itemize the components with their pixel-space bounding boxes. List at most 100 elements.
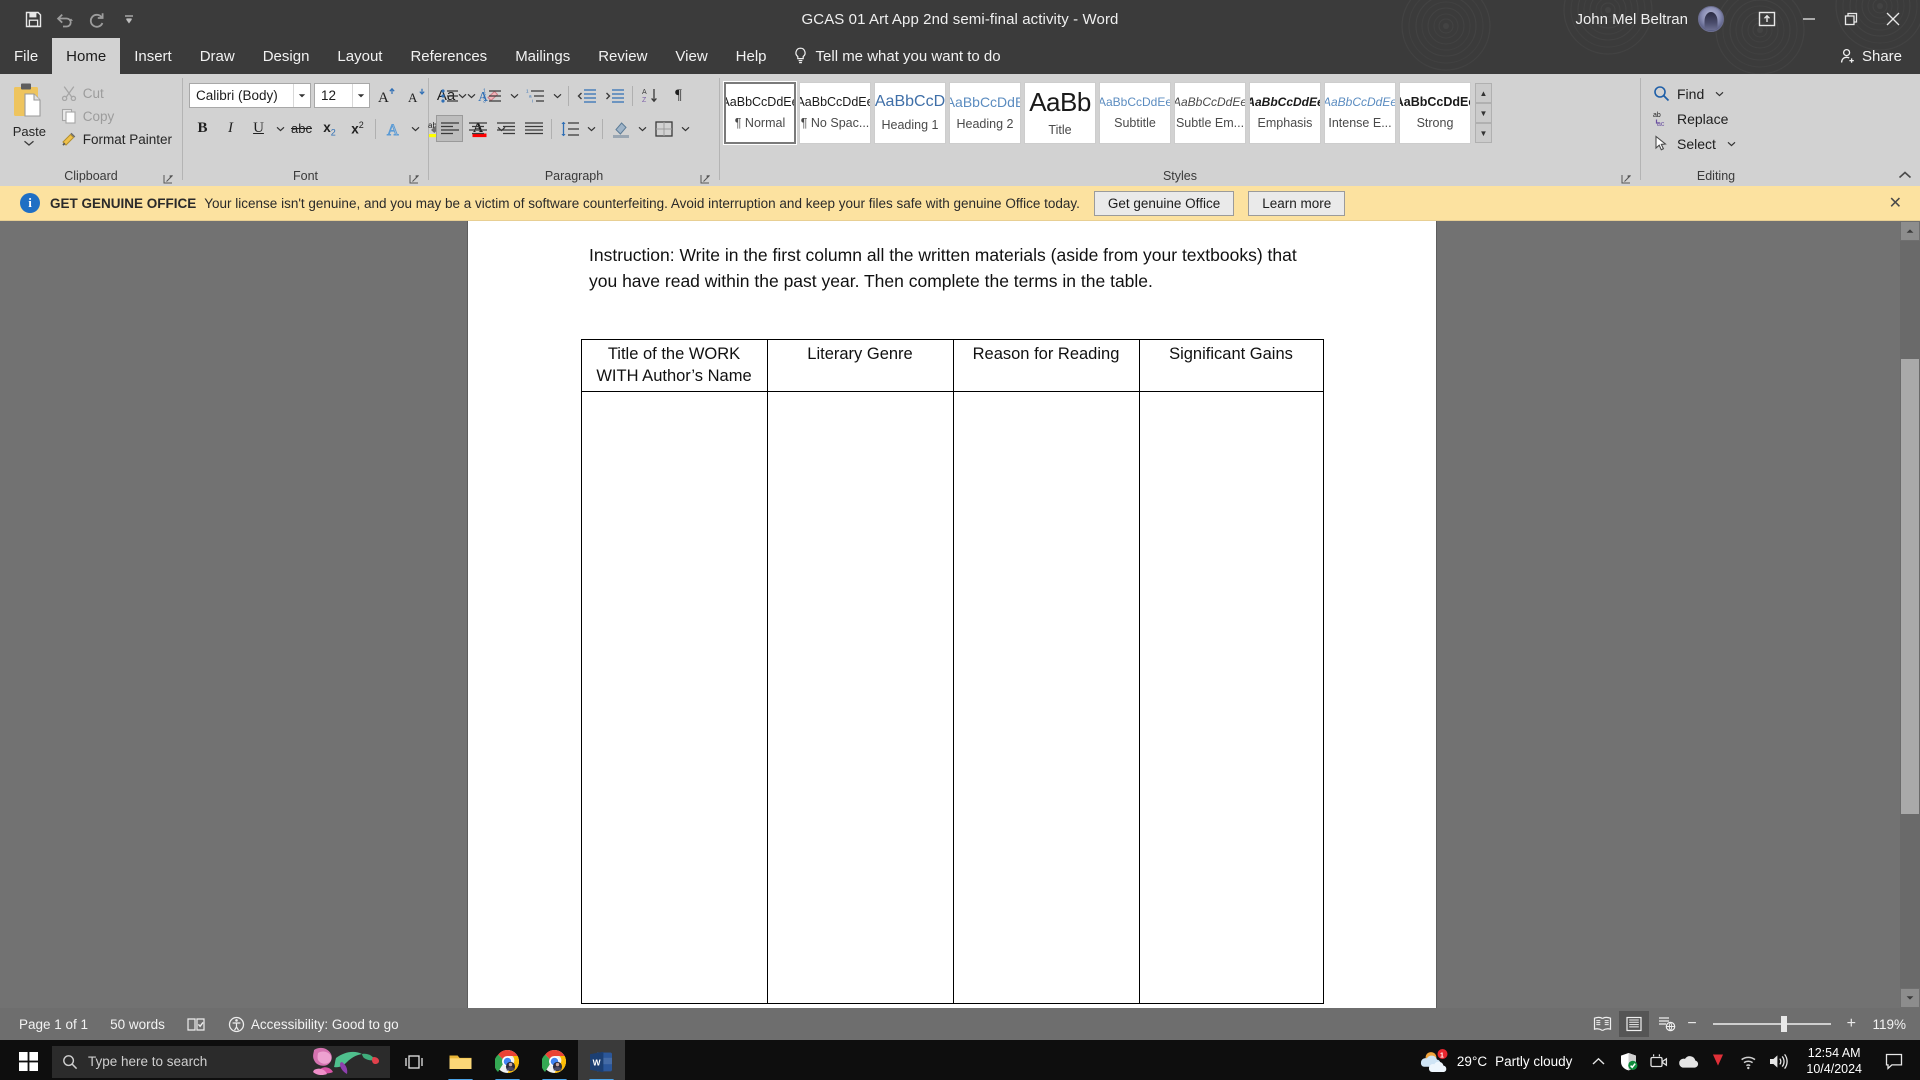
underline-dropdown-icon[interactable] [273,115,287,142]
show-hidden-icons-chevron[interactable] [1584,1040,1612,1080]
accessibility-status[interactable]: Accessibility: Good to go [217,1012,410,1036]
table-cell[interactable] [580,391,768,1005]
account-name[interactable]: John Mel Beltran [1575,11,1688,28]
multilevel-list-icon[interactable]: 1ai [522,82,549,109]
justify-icon[interactable] [520,115,547,142]
scrollbar-thumb[interactable] [1901,359,1919,814]
shading-icon[interactable] [607,115,634,142]
camera-icon[interactable] [1644,1040,1672,1080]
italic-icon[interactable]: I [217,115,244,142]
scroll-down-icon[interactable] [1900,988,1920,1008]
subscript-icon[interactable]: x2 [316,115,343,142]
tab-view[interactable]: View [661,38,721,74]
weather-widget[interactable]: 1 29°C Partly cloudy [1409,1040,1582,1080]
tab-draw[interactable]: Draw [186,38,249,74]
replace-button[interactable]: ab ac Replace [1651,108,1742,129]
style-heading-2[interactable]: AaBbCcDdE Heading 2 [949,82,1021,144]
table-header-cell[interactable]: Title of the WORK WITH Author’s Name [580,339,768,393]
read-mode-icon[interactable] [1587,1011,1617,1037]
vertical-scrollbar[interactable] [1900,221,1920,1008]
style-subtle-emphasis[interactable]: AaBbCcDdEe Subtle Em... [1174,82,1246,144]
learn-more-button[interactable]: Learn more [1248,190,1346,216]
select-button[interactable]: Select [1651,133,1742,154]
search-input[interactable]: Type here to search [52,1045,390,1078]
table-cell[interactable] [952,391,1140,1005]
clock[interactable]: 12:54 AM 10/4/2024 [1794,1040,1874,1080]
tab-review[interactable]: Review [584,38,661,74]
windows-security-icon[interactable] [1614,1040,1642,1080]
style-subtitle[interactable]: AaBbCcDdEe Subtitle [1099,82,1171,144]
print-layout-icon[interactable] [1619,1011,1650,1037]
zoom-out-button[interactable]: − [1683,1015,1700,1033]
show-formatting-marks-icon[interactable]: ¶ [665,82,692,109]
tab-design[interactable]: Design [249,38,324,74]
shading-dropdown-icon[interactable] [635,115,649,142]
superscript-icon[interactable]: x2 [344,115,371,142]
avatar[interactable] [1698,6,1724,32]
style-title[interactable]: AaBb Title [1024,82,1096,144]
table-cell[interactable] [766,391,954,1005]
proofing-errors-icon[interactable] [176,1012,217,1036]
numbering-dropdown-icon[interactable] [507,82,521,109]
network-icon[interactable] [1734,1040,1762,1080]
tab-insert[interactable]: Insert [120,38,186,74]
zoom-slider[interactable] [1712,1016,1831,1032]
paste-button[interactable]: Paste [4,77,55,147]
text-effects-icon[interactable]: A [380,115,407,142]
line-spacing-dropdown-icon[interactable] [584,115,598,142]
onedrive-icon[interactable] [1674,1040,1702,1080]
reading-log-table[interactable]: Title of the WORK WITH Author’s Name Lit… [580,339,1324,1005]
multilevel-dropdown-icon[interactable] [550,82,564,109]
numbering-icon[interactable]: 123 [479,82,506,109]
save-icon[interactable] [18,5,48,33]
strikethrough-icon[interactable]: abc [288,115,315,142]
style-intense-emphasis[interactable]: AaBbCcDdEe Intense E... [1324,82,1396,144]
tell-me-search[interactable]: Tell me what you want to do [781,38,1013,74]
align-center-icon[interactable] [464,115,491,142]
sort-icon[interactable]: AZ [637,82,664,109]
page-indicator[interactable]: Page 1 of 1 [8,1012,99,1036]
font-name-input[interactable]: Calibri (Body) [189,83,311,108]
font-name-dropdown-icon[interactable] [293,84,310,107]
decrease-indent-icon[interactable] [573,82,600,109]
tab-home[interactable]: Home [52,38,121,74]
tab-references[interactable]: References [396,38,501,74]
style-no-spacing[interactable]: AaBbCcDdEe ¶ No Spac... [799,82,871,144]
tab-layout[interactable]: Layout [323,38,396,74]
align-left-icon[interactable] [436,115,463,142]
get-genuine-office-button[interactable]: Get genuine Office [1093,190,1235,216]
redo-icon[interactable] [82,5,112,33]
bullets-dropdown-icon[interactable] [464,82,478,109]
increase-indent-icon[interactable] [601,82,628,109]
zoom-slider-thumb[interactable] [1781,1016,1788,1032]
styles-dialog-launcher-icon[interactable] [1621,174,1632,185]
font-dialog-launcher-icon[interactable] [409,174,420,185]
scroll-up-icon[interactable] [1900,221,1920,241]
table-header-cell[interactable]: Significant Gains [1138,339,1324,393]
restore-icon[interactable] [1830,0,1872,38]
task-view-icon[interactable] [390,1040,437,1080]
volume-icon[interactable] [1764,1040,1792,1080]
shrink-font-icon[interactable]: A [403,82,430,109]
bullets-icon[interactable] [436,82,463,109]
cut-button[interactable]: Cut [59,83,178,103]
close-icon[interactable] [1872,0,1914,38]
chevron-down-icon[interactable] [1715,91,1724,97]
bold-icon[interactable]: B [189,115,216,142]
word-icon[interactable]: W [578,1040,625,1080]
text-effects-dropdown-icon[interactable] [408,115,422,142]
chrome-icon[interactable] [531,1040,578,1080]
grow-font-icon[interactable]: A [373,82,400,109]
minimize-icon[interactable] [1788,0,1830,38]
collapse-ribbon-icon[interactable] [1898,170,1912,182]
table-header-cell[interactable]: Reason for Reading [952,339,1140,393]
underline-icon[interactable]: U [245,115,272,142]
document-page[interactable]: Instruction: Write in the first column a… [468,221,1436,1008]
copy-button[interactable]: Copy [59,106,178,126]
styles-more-icon[interactable]: ▼ [1475,123,1492,143]
font-size-input[interactable]: 12 [314,83,370,108]
borders-icon[interactable] [650,115,677,142]
windows-start-icon[interactable] [4,1040,52,1080]
chrome-icon[interactable] [484,1040,531,1080]
clipboard-dialog-launcher-icon[interactable] [163,174,174,185]
